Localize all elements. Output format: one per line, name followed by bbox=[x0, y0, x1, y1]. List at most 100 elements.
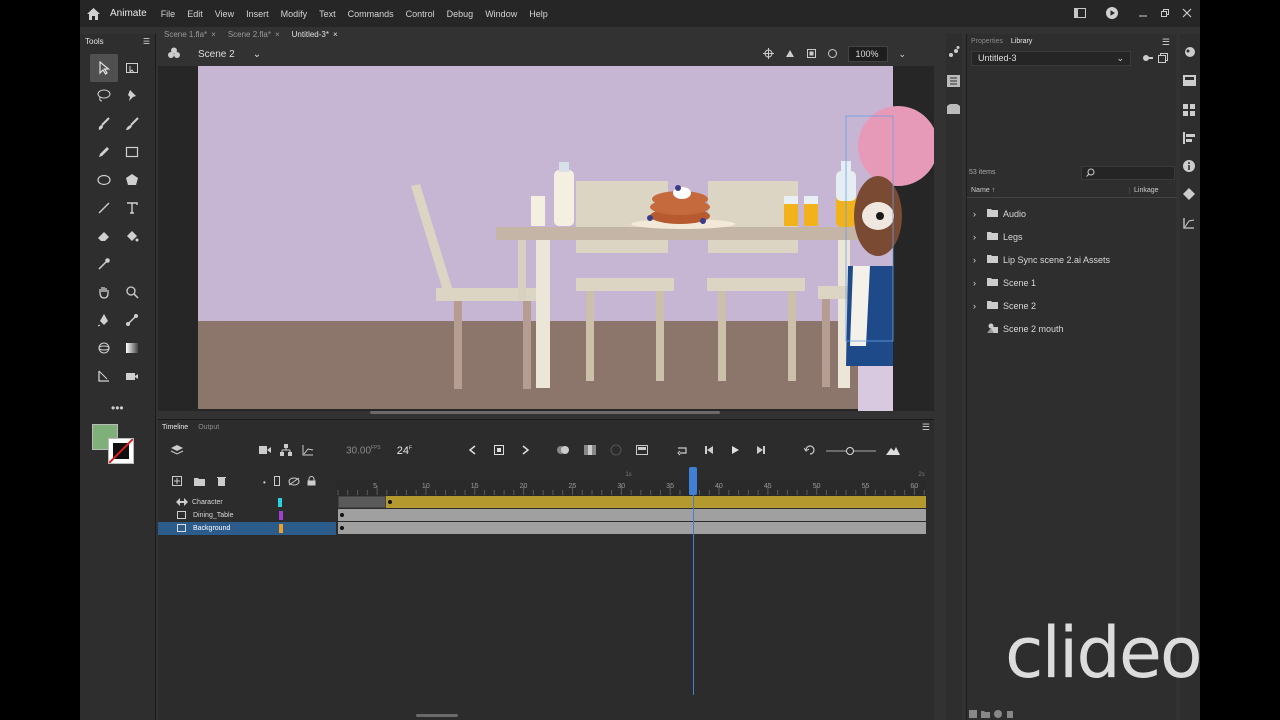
mountain-icon[interactable] bbox=[886, 445, 901, 457]
library-item-scene2[interactable]: › Scene 2 bbox=[973, 294, 1036, 317]
assets-icon[interactable] bbox=[1183, 46, 1197, 60]
timeline-scroll-thumb[interactable] bbox=[416, 714, 458, 717]
play-icon[interactable] bbox=[730, 445, 740, 457]
expand-chevron-icon[interactable]: › bbox=[973, 209, 983, 219]
frame-display[interactable]: 24F bbox=[397, 445, 412, 457]
oval-tool-icon[interactable] bbox=[90, 166, 118, 194]
expand-chevron-icon[interactable]: › bbox=[973, 301, 983, 311]
tab-properties[interactable]: Properties bbox=[971, 38, 1003, 45]
zoom-field[interactable]: 100% bbox=[848, 46, 889, 62]
align-panel-icon[interactable] bbox=[947, 75, 960, 89]
align-icon[interactable] bbox=[1183, 132, 1196, 146]
graph-icon[interactable] bbox=[302, 444, 314, 458]
3d-rotation-tool-icon[interactable] bbox=[90, 334, 118, 362]
insert-keyframe-icon[interactable] bbox=[494, 445, 505, 457]
library-search[interactable] bbox=[1081, 166, 1175, 180]
eraser-tool-icon[interactable] bbox=[90, 222, 118, 250]
tab-output[interactable]: Output bbox=[198, 424, 219, 431]
menu-edit[interactable]: Edit bbox=[187, 9, 203, 19]
tab-timeline[interactable]: Timeline bbox=[162, 424, 188, 431]
character-frames-tween[interactable] bbox=[386, 496, 926, 508]
library-doc-select[interactable]: Untitled-3 ⌄ bbox=[971, 51, 1131, 66]
close-tab-icon[interactable]: × bbox=[211, 30, 216, 39]
expand-chevron-icon[interactable]: › bbox=[973, 278, 983, 288]
background-frames[interactable] bbox=[338, 522, 926, 534]
gradient-tool-icon[interactable] bbox=[118, 334, 146, 362]
bone-tool-icon[interactable] bbox=[118, 306, 146, 334]
properties-icon[interactable] bbox=[994, 710, 1002, 720]
menu-file[interactable]: File bbox=[161, 9, 176, 19]
playhead[interactable] bbox=[689, 467, 697, 495]
camera-tool-icon[interactable] bbox=[118, 362, 146, 390]
restore-icon[interactable] bbox=[1160, 8, 1170, 20]
new-library-panel-icon[interactable] bbox=[1158, 53, 1168, 65]
hand-tool-icon[interactable] bbox=[90, 278, 118, 306]
more-tools-icon[interactable]: ••• bbox=[111, 401, 124, 415]
pin-library-icon[interactable] bbox=[1143, 54, 1153, 64]
rotate-stage-icon[interactable] bbox=[784, 48, 796, 61]
layer-parenting-icon[interactable] bbox=[280, 444, 292, 458]
close-icon[interactable] bbox=[1182, 8, 1192, 20]
width-tool-icon[interactable] bbox=[90, 362, 118, 390]
polystar-tool-icon[interactable] bbox=[118, 166, 146, 194]
swatches-icon[interactable] bbox=[1183, 104, 1196, 118]
line-tool-icon[interactable] bbox=[90, 194, 118, 222]
hide-all-icon[interactable] bbox=[288, 477, 300, 488]
lock-all-icon[interactable] bbox=[307, 476, 316, 488]
transform-icon[interactable] bbox=[1183, 188, 1195, 203]
dining-table-frames[interactable] bbox=[338, 509, 926, 521]
library-item-audio[interactable]: › Audio bbox=[973, 202, 1026, 225]
tab-library[interactable]: Library bbox=[1011, 38, 1032, 45]
keyframe-dot[interactable] bbox=[340, 513, 344, 517]
rectangle-tool-icon[interactable] bbox=[118, 138, 146, 166]
panel-menu-icon[interactable]: ☰ bbox=[922, 422, 930, 433]
stage-horizontal-scrollbar[interactable] bbox=[370, 411, 720, 414]
panel-menu-icon[interactable]: ☰ bbox=[1162, 37, 1170, 48]
pin-tool-icon[interactable] bbox=[118, 82, 146, 110]
menu-commands[interactable]: Commands bbox=[348, 9, 394, 19]
clip-stage-icon[interactable] bbox=[806, 48, 817, 61]
delete-icon[interactable] bbox=[1006, 710, 1014, 720]
stage-canvas[interactable] bbox=[158, 66, 934, 411]
delete-layer-icon[interactable] bbox=[217, 476, 226, 488]
workspace-icon[interactable] bbox=[1074, 7, 1086, 20]
test-movie-icon[interactable] bbox=[1106, 6, 1118, 21]
layer-color-chip[interactable] bbox=[279, 524, 283, 533]
step-forward-icon[interactable] bbox=[756, 445, 766, 457]
menu-help[interactable]: Help bbox=[529, 9, 548, 19]
menu-view[interactable]: View bbox=[215, 9, 234, 19]
doc-tab-scene1[interactable]: Scene 1.fla* × bbox=[158, 27, 222, 42]
menu-insert[interactable]: Insert bbox=[246, 9, 269, 19]
frame-ruler[interactable]: 5 10 15 20 25 30 35 40 45 50 55 60 1s 2s bbox=[336, 468, 926, 496]
new-folder-icon[interactable] bbox=[194, 477, 205, 488]
layers-icon[interactable] bbox=[170, 444, 184, 458]
loop-playback-icon[interactable] bbox=[676, 444, 688, 458]
info-icon[interactable] bbox=[1183, 160, 1195, 174]
outline-icon[interactable] bbox=[273, 476, 280, 488]
layer-character[interactable]: Character bbox=[158, 496, 336, 509]
layer-background[interactable]: Background bbox=[158, 522, 336, 535]
center-stage-icon[interactable] bbox=[763, 47, 775, 61]
layer-dining-table[interactable]: Dining_Table bbox=[158, 509, 336, 522]
character-frames-empty[interactable] bbox=[338, 496, 386, 508]
close-tab-icon[interactable]: × bbox=[275, 30, 280, 39]
scene-selector[interactable]: Scene 2 ⌄ bbox=[198, 49, 261, 60]
new-layer-icon[interactable] bbox=[172, 476, 182, 488]
menu-modify[interactable]: Modify bbox=[281, 9, 308, 19]
close-tab-icon[interactable]: × bbox=[333, 30, 338, 39]
stage-area[interactable] bbox=[158, 66, 934, 411]
frames-area[interactable] bbox=[338, 496, 926, 536]
doc-tab-untitled3[interactable]: Untitled-3* × bbox=[286, 27, 344, 42]
pencil-tool-icon[interactable] bbox=[90, 138, 118, 166]
camera-icon[interactable] bbox=[259, 445, 272, 457]
column-name[interactable]: Name ↑ bbox=[971, 187, 995, 194]
motion-editor-icon[interactable] bbox=[1183, 217, 1195, 231]
menu-control[interactable]: Control bbox=[406, 9, 435, 19]
new-symbol-icon[interactable] bbox=[969, 710, 977, 720]
step-back-icon[interactable] bbox=[704, 445, 714, 457]
stroke-color-swatch[interactable] bbox=[108, 438, 134, 464]
selection-tool-icon[interactable] bbox=[90, 54, 118, 82]
minimize-icon[interactable] bbox=[1138, 8, 1148, 20]
menu-debug[interactable]: Debug bbox=[447, 9, 474, 19]
pen-tool-icon[interactable] bbox=[90, 306, 118, 334]
